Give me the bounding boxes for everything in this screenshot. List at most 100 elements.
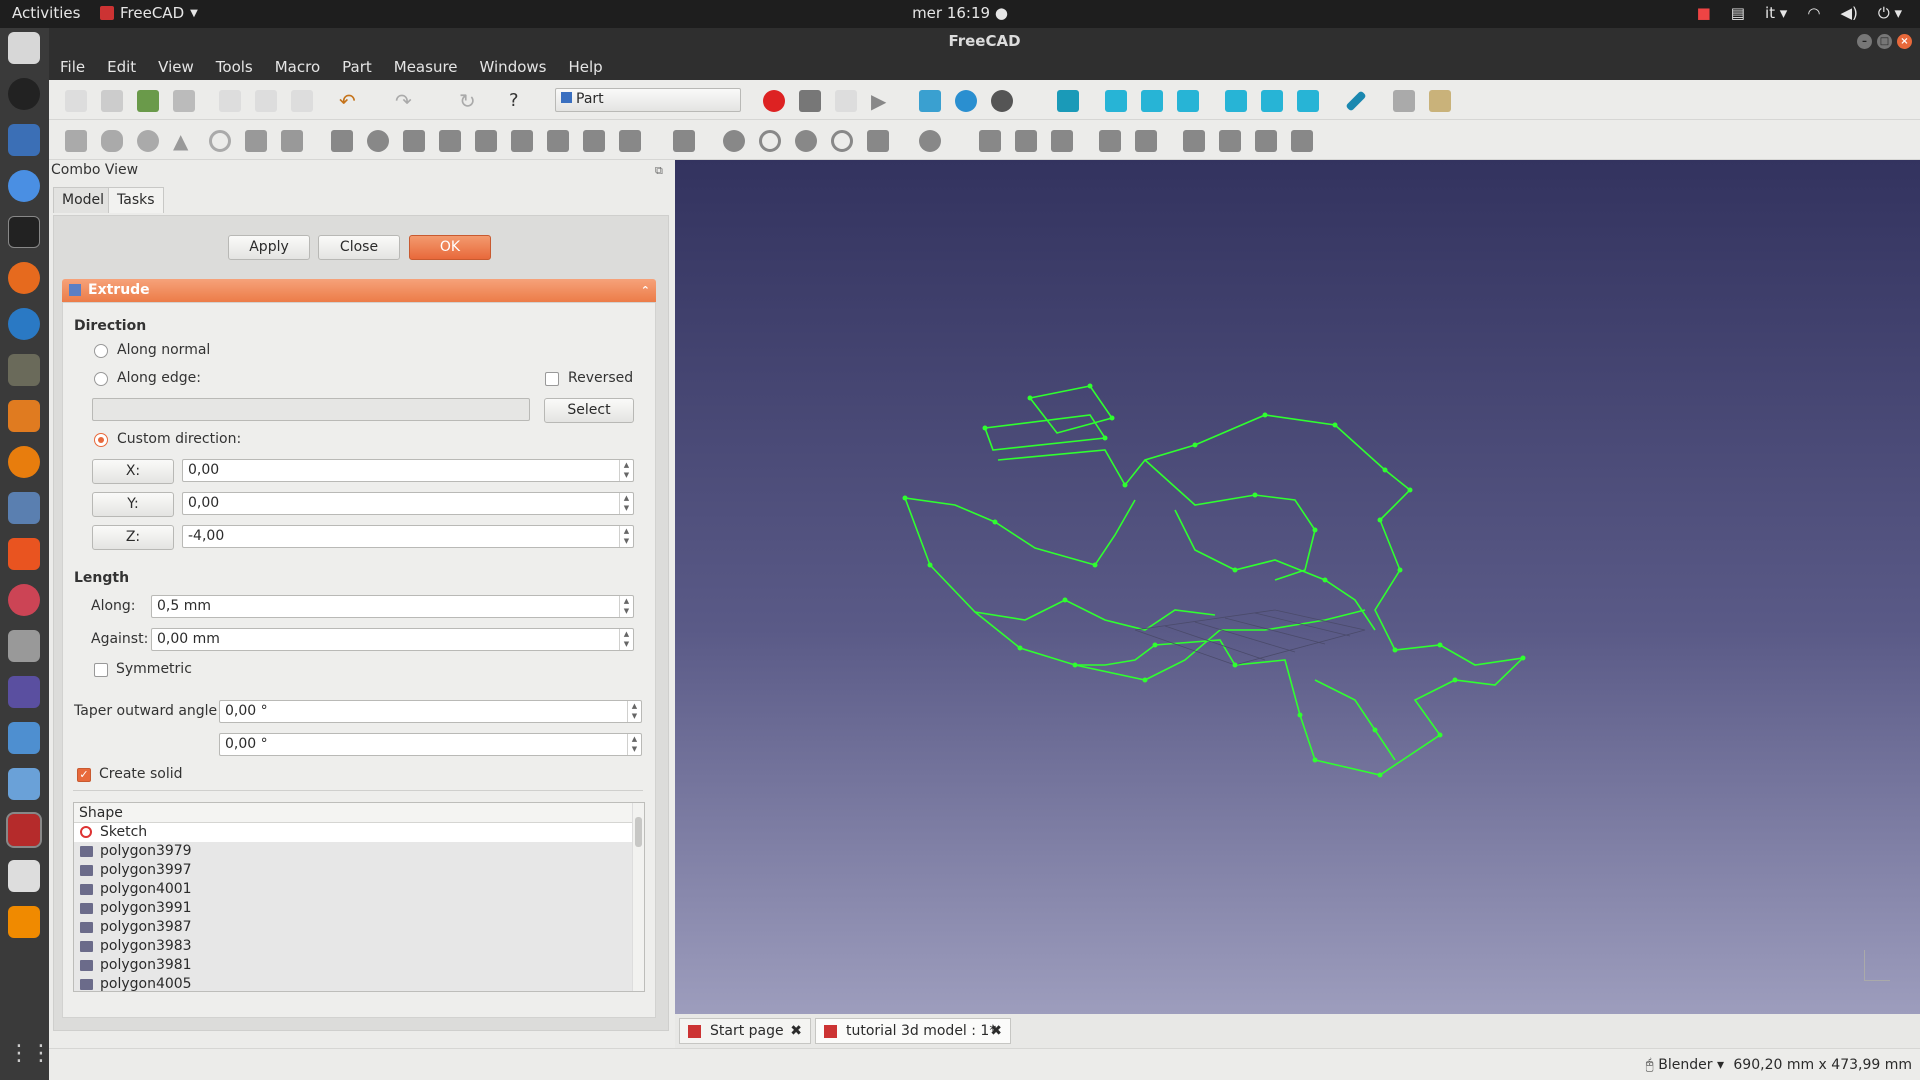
inkscape-icon[interactable] [8, 78, 40, 110]
menu-view[interactable]: View [147, 55, 205, 80]
open-icon[interactable] [101, 90, 123, 112]
common-icon[interactable] [831, 130, 853, 152]
list-item[interactable]: polygon3979 [74, 842, 644, 861]
join-features-icon[interactable] [867, 130, 889, 152]
box-icon[interactable] [65, 130, 87, 152]
projection-icon[interactable] [1099, 130, 1121, 152]
list-item[interactable]: polygon3981 [74, 956, 644, 975]
fit-all-icon[interactable] [919, 90, 941, 112]
minimize-icon[interactable]: – [1857, 34, 1872, 49]
y-spinner[interactable]: ▲ ▼ [619, 493, 633, 514]
terminal-icon[interactable] [8, 216, 40, 248]
taper-spinner[interactable]: ▲ ▼ [627, 701, 641, 722]
menu-windows[interactable]: Windows [469, 55, 558, 80]
list-item[interactable]: polygon4001 [74, 880, 644, 899]
close-tab-icon[interactable]: ✖ [990, 1019, 1002, 1043]
undock-icon[interactable]: ⧉ [655, 164, 663, 178]
web-browser-icon[interactable] [8, 308, 40, 340]
check-geometry-icon[interactable] [1183, 130, 1205, 152]
firefox-icon[interactable] [8, 262, 40, 294]
boolean-icon[interactable] [723, 130, 745, 152]
refresh-icon[interactable]: ↻ [459, 90, 481, 112]
symmetric-checkbox[interactable] [94, 663, 108, 677]
menu-part[interactable]: Part [331, 55, 383, 80]
undo-icon[interactable]: ↶ [339, 90, 361, 112]
right-view-icon[interactable] [1177, 90, 1199, 112]
close-icon[interactable]: × [1897, 34, 1912, 49]
reversed-checkbox[interactable] [545, 372, 559, 386]
front-view-icon[interactable] [1105, 90, 1127, 112]
along-spinner[interactable]: ▲ ▼ [619, 596, 633, 617]
left-view-icon[interactable] [1297, 90, 1319, 112]
thickness-icon[interactable] [1015, 130, 1037, 152]
edit-macro-icon[interactable] [835, 90, 857, 112]
z-spinner[interactable]: ▲ ▼ [619, 526, 633, 547]
ok-button[interactable]: OK [409, 235, 491, 260]
fuse-icon[interactable] [795, 130, 817, 152]
vlc-icon[interactable] [8, 906, 40, 938]
scrollbar-thumb[interactable] [635, 817, 642, 847]
copy-icon[interactable] [255, 90, 277, 112]
camera-icon[interactable]: ■ [1697, 4, 1711, 22]
close-button[interactable]: Close [318, 235, 400, 260]
taper-against-field[interactable]: 0,00 ° ▲ ▼ [219, 733, 642, 756]
tab-start-page[interactable]: Start page ✖ [679, 1018, 811, 1044]
z-field[interactable]: -4,00 ▲ ▼ [182, 525, 634, 548]
librecad-icon[interactable] [8, 492, 40, 524]
cut-shape-icon[interactable] [759, 130, 781, 152]
shape-builder-icon[interactable] [1255, 130, 1277, 152]
apply-button[interactable]: Apply [228, 235, 310, 260]
save-icon[interactable] [137, 90, 159, 112]
dev-tool-icon[interactable] [8, 722, 40, 754]
loft-icon[interactable] [583, 130, 605, 152]
against-length-field[interactable]: 0,00 mm ▲ ▼ [151, 628, 634, 651]
shape-list-scrollbar[interactable] [632, 803, 644, 991]
fit-selection-icon[interactable] [955, 90, 977, 112]
taper-against-spinner[interactable]: ▲ ▼ [627, 734, 641, 755]
settings-tool-icon[interactable] [8, 584, 40, 616]
against-spinner[interactable]: ▲ ▼ [619, 629, 633, 650]
refine-shape-icon[interactable] [1291, 130, 1313, 152]
cut-icon[interactable] [219, 90, 241, 112]
x-spinner[interactable]: ▲ ▼ [619, 460, 633, 481]
taper-field[interactable]: 0,00 ° ▲ ▼ [219, 700, 642, 723]
offset-icon[interactable] [1051, 130, 1073, 152]
rear-view-icon[interactable] [1225, 90, 1247, 112]
ruled-surface-icon[interactable] [547, 130, 569, 152]
x-button[interactable]: X: [92, 459, 174, 484]
along-normal-radio[interactable] [94, 344, 108, 358]
list-item[interactable]: polygon3991 [74, 899, 644, 918]
chamfer-icon[interactable] [475, 130, 497, 152]
create-solid-checkbox[interactable]: ✓ [77, 768, 91, 782]
language-indicator[interactable]: it ▾ [1765, 4, 1787, 22]
menu-measure[interactable]: Measure [383, 55, 469, 80]
measure-icon[interactable] [1345, 90, 1367, 112]
cylinder-icon[interactable] [101, 130, 123, 152]
menu-macro[interactable]: Macro [264, 55, 331, 80]
virtualbox-icon[interactable] [8, 768, 40, 800]
draw-icon[interactable] [8, 400, 40, 432]
volume-icon[interactable]: ◀) [1840, 4, 1857, 22]
navigation-style-selector[interactable]: 🖰 Blender ▾ [1645, 1057, 1724, 1073]
redo-icon[interactable]: ↷ [395, 90, 417, 112]
sphere-icon[interactable] [137, 130, 159, 152]
extrude-icon[interactable] [331, 130, 353, 152]
cone-icon[interactable]: ▲ [173, 130, 195, 152]
gimp-icon[interactable] [8, 354, 40, 386]
group-icon[interactable] [1429, 90, 1451, 112]
freecad-dock-icon[interactable] [6, 812, 42, 848]
close-tab-icon[interactable]: ✖ [790, 1019, 802, 1043]
primitives-icon[interactable] [281, 130, 303, 152]
wifi-icon[interactable]: ◠ [1807, 4, 1820, 22]
menu-edit[interactable]: Edit [96, 55, 147, 80]
menu-help[interactable]: Help [557, 55, 613, 80]
collapse-icon[interactable]: ⌃ [641, 279, 650, 302]
tab-model[interactable]: Model [53, 187, 114, 213]
torus-icon[interactable] [209, 130, 231, 152]
bottom-view-icon[interactable] [1261, 90, 1283, 112]
video-icon[interactable] [8, 676, 40, 708]
top-view-icon[interactable] [1141, 90, 1163, 112]
revolve-icon[interactable] [367, 130, 389, 152]
attachment-icon[interactable] [1135, 130, 1157, 152]
isometric-view-icon[interactable] [1057, 90, 1079, 112]
